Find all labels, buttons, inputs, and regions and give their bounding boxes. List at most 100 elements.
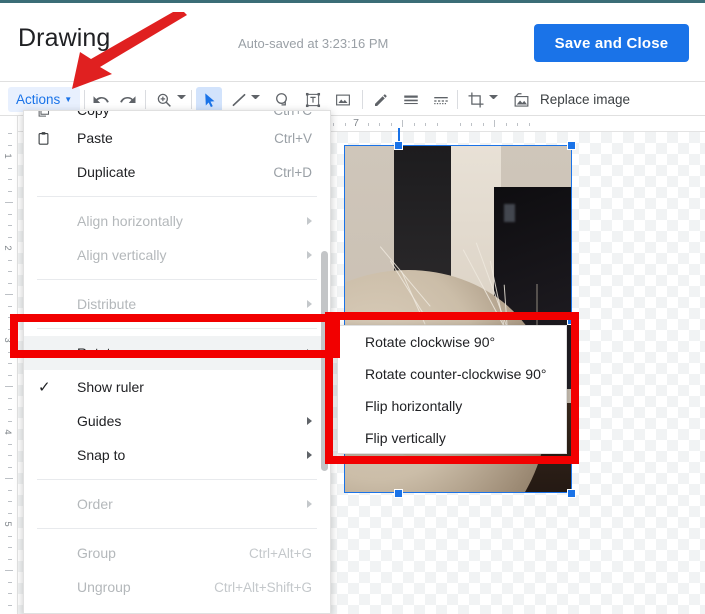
actions-label: Actions — [16, 92, 61, 107]
ruler-tick — [8, 213, 12, 215]
line-dash-icon[interactable] — [428, 87, 454, 113]
ruler-tick — [8, 271, 12, 272]
page-title: Drawing — [18, 24, 111, 52]
menu-item-label: Paste — [77, 130, 113, 146]
menu-item-show-ruler[interactable]: ✓ Show ruler — [24, 370, 330, 404]
menu-item-label: Group — [77, 545, 116, 561]
ruler-tick — [425, 123, 426, 126]
resize-handle-right[interactable] — [567, 316, 576, 325]
ruler-tick — [8, 282, 12, 284]
ruler-tick — [471, 123, 472, 126]
line-dropdown-caret-icon[interactable] — [251, 95, 260, 104]
ruler-tick — [8, 144, 12, 146]
chevron-right-icon — [307, 300, 312, 308]
menu-item-order: Order — [24, 487, 330, 521]
menu-item-snap-to[interactable]: Snap to — [24, 438, 330, 472]
menu-item-shortcut: Ctrl+Alt+G — [248, 545, 312, 561]
ruler-tick — [413, 123, 415, 126]
menu-item-label: Guides — [77, 413, 122, 429]
submenu-item-rotate-counter-clockwise-90-[interactable]: Rotate counter-clockwise 90° — [338, 358, 566, 390]
ruler-tick — [8, 443, 12, 445]
menu-item-copy[interactable]: Copy Ctrl+C — [24, 110, 330, 121]
menu-item-shortcut: Ctrl+C — [273, 110, 312, 118]
ruler-tick — [8, 547, 12, 548]
actions-menu-button[interactable]: Actions ▼ — [8, 87, 81, 112]
actions-dropdown-menu[interactable]: Copy Ctrl+C Paste Ctrl+V Duplicate Ctrl+D Alig… — [23, 110, 331, 614]
ruler-tick — [8, 305, 12, 307]
menu-item-regroup: Regroup — [24, 604, 330, 613]
menu-item-label: Show ruler — [77, 379, 144, 395]
mask-image-icon[interactable] — [508, 87, 534, 113]
menu-item-ungroup: Ungroup Ctrl+Alt+Shift+G — [24, 570, 330, 604]
replace-image-button[interactable]: Replace image — [540, 92, 630, 107]
check-icon: ✓ — [38, 379, 51, 396]
resize-handle-bottom[interactable] — [394, 489, 403, 498]
menu-item-duplicate[interactable]: Duplicate Ctrl+D — [24, 155, 330, 189]
crop-icon[interactable] — [463, 87, 489, 113]
submenu-item-label: Flip horizontally — [365, 398, 463, 414]
submenu-item-flip-horizontally[interactable]: Flip horizontally — [338, 390, 566, 422]
insert-image-icon[interactable] — [330, 87, 356, 113]
menu-item-shortcut: Ctrl+V — [274, 130, 312, 146]
save-and-close-button[interactable]: Save and Close — [534, 24, 689, 62]
dialog-header: Drawing Auto-saved at 3:23:16 PM Save an… — [0, 3, 705, 81]
submenu-item-label: Flip vertically — [365, 430, 446, 446]
chevron-right-icon — [307, 417, 312, 425]
menu-scrollbar[interactable] — [321, 251, 328, 471]
ruler-label: 2 — [2, 245, 13, 251]
ruler-tick — [367, 123, 369, 126]
zoom-dropdown-caret-icon[interactable] — [177, 95, 186, 104]
ruler-label: 4 — [2, 429, 13, 435]
line-weight-icon[interactable] — [398, 87, 424, 113]
ruler-tick — [8, 581, 12, 583]
ruler-tick — [8, 236, 12, 238]
crop-dropdown-caret-icon[interactable] — [489, 95, 498, 104]
ruler-tick — [8, 317, 12, 318]
menu-item-group: Group Ctrl+Alt+G — [24, 536, 330, 570]
menu-item-label: Align horizontally — [77, 213, 183, 229]
submenu-item-rotate-clockwise-90-[interactable]: Rotate clockwise 90° — [338, 326, 566, 358]
ruler-tick — [390, 123, 392, 126]
ruler-label: 7 — [353, 117, 359, 129]
menu-item-label: Ungroup — [77, 579, 131, 595]
ruler-tick — [8, 558, 12, 560]
submenu-item-flip-vertically[interactable]: Flip vertically — [338, 422, 566, 454]
resize-handle-bottom-right[interactable] — [567, 489, 576, 498]
ruler-label: 3 — [2, 337, 13, 343]
ruler-tick — [8, 512, 12, 514]
ruler-label: 5 — [2, 521, 13, 527]
pen-icon[interactable] — [368, 87, 394, 113]
chevron-down-icon: ▼ — [64, 94, 73, 104]
ruler-tick — [344, 123, 346, 126]
menu-item-paste[interactable]: Paste Ctrl+V — [24, 121, 330, 155]
ruler-tick — [8, 179, 12, 180]
rotation-handle[interactable] — [394, 141, 403, 150]
ruler-tick — [8, 593, 12, 594]
ruler-label: 1 — [2, 153, 13, 159]
ruler-tick — [8, 225, 12, 226]
toolbar-divider — [145, 90, 146, 109]
ruler-tick — [8, 501, 12, 502]
ruler-tick — [528, 123, 530, 126]
menu-item-label: Align vertically — [77, 247, 167, 263]
menu-item-align-vertically: Align vertically — [24, 238, 330, 272]
menu-item-rotate[interactable]: Rotate — [24, 336, 330, 370]
menu-item-align-horizontally: Align horizontally — [24, 204, 330, 238]
menu-divider — [37, 279, 317, 280]
ruler-tick — [5, 478, 13, 479]
ruler-tick — [5, 294, 13, 295]
ruler-tick — [459, 123, 461, 126]
paste-icon — [36, 131, 56, 146]
ruler-tick — [8, 374, 12, 376]
menu-item-guides[interactable]: Guides — [24, 404, 330, 438]
menu-item-label: Duplicate — [77, 164, 136, 180]
ruler-tick — [8, 167, 12, 169]
menu-item-shortcut: Ctrl+Alt+Shift+G — [214, 579, 312, 595]
ruler-tick — [505, 123, 507, 126]
chevron-right-icon — [307, 251, 312, 259]
menu-item-shortcut: Ctrl+D — [273, 164, 312, 180]
rotate-submenu[interactable]: Rotate clockwise 90° Rotate counter-clock… — [337, 325, 567, 454]
resize-handle-top-right[interactable] — [567, 141, 576, 150]
ruler-tick — [8, 604, 12, 606]
ruler-tick — [8, 259, 12, 261]
